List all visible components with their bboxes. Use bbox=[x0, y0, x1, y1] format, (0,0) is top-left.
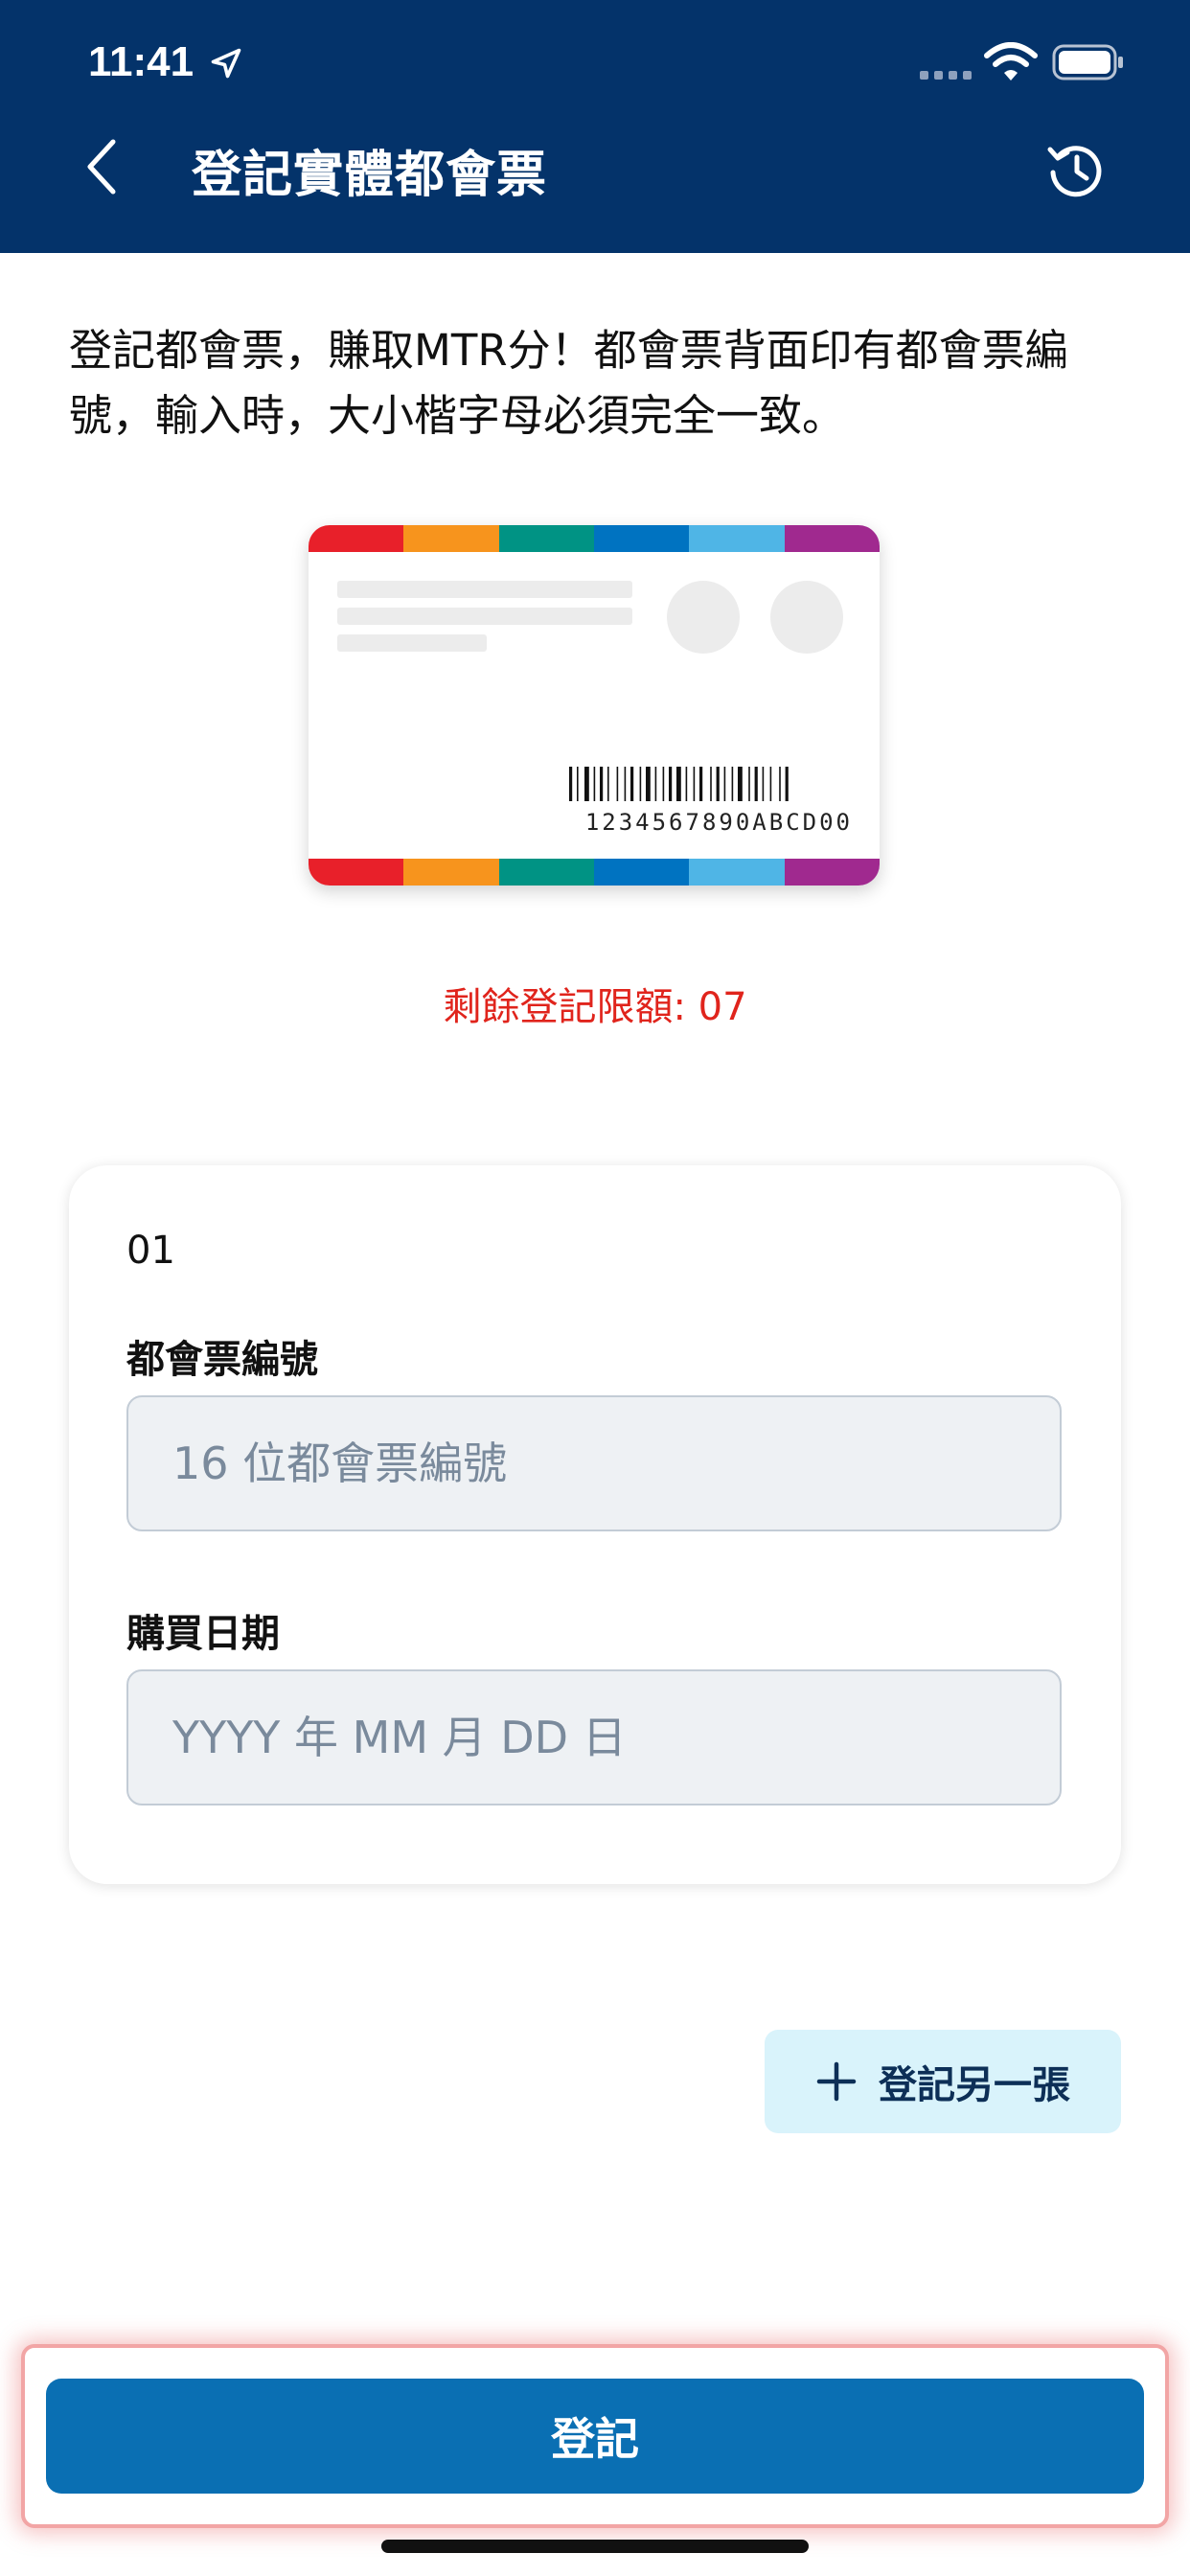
page-title: 登記實體都會票 bbox=[192, 147, 548, 204]
ticket-illustration: 1234567890ABCD00 bbox=[309, 525, 880, 886]
placeholder-line bbox=[337, 608, 632, 625]
ticket-stripe-bottom bbox=[309, 859, 880, 886]
placeholder-line bbox=[337, 634, 487, 652]
placeholder-circle bbox=[667, 581, 740, 654]
submit-button[interactable]: 登記 bbox=[46, 2379, 1144, 2494]
signal-icon bbox=[920, 71, 972, 80]
ticket-number-label: 都會票編號 bbox=[126, 1338, 318, 1382]
placeholder-line bbox=[337, 581, 632, 598]
ticket-number-sample: 1234567890ABCD00 bbox=[584, 809, 853, 836]
plus-icon bbox=[816, 2061, 857, 2102]
purchase-date-input[interactable] bbox=[126, 1669, 1062, 1806]
ticket-entry-card: 01 都會票編號 購買日期 bbox=[69, 1165, 1121, 1884]
entry-index: 01 bbox=[126, 1229, 175, 1273]
battery-icon bbox=[1052, 44, 1123, 80]
purchase-date-label: 購買日期 bbox=[126, 1612, 280, 1656]
wifi-icon bbox=[984, 42, 1038, 80]
add-another-button[interactable]: 登記另一張 bbox=[765, 2030, 1121, 2133]
history-icon[interactable] bbox=[1044, 138, 1108, 201]
app-header: 11:41 登記實體都會票 bbox=[0, 0, 1190, 253]
status-time: 11:41 bbox=[88, 38, 195, 85]
location-arrow-icon bbox=[211, 48, 241, 79]
intro-text: 登記都會票，賺取MTR分！都會票背面印有都會票編號，輸入時，大小楷字母必須完全一… bbox=[69, 325, 1068, 441]
ticket-stripe-top bbox=[309, 525, 880, 552]
ticket-number-input[interactable] bbox=[126, 1395, 1062, 1531]
placeholder-circle bbox=[770, 581, 843, 654]
back-chevron-icon[interactable] bbox=[82, 136, 121, 197]
add-another-label: 登記另一張 bbox=[879, 2063, 1070, 2107]
home-indicator bbox=[381, 2540, 809, 2553]
barcode-icon bbox=[569, 767, 789, 801]
remaining-quota: 剩餘登記限額: 07 bbox=[443, 985, 747, 1029]
